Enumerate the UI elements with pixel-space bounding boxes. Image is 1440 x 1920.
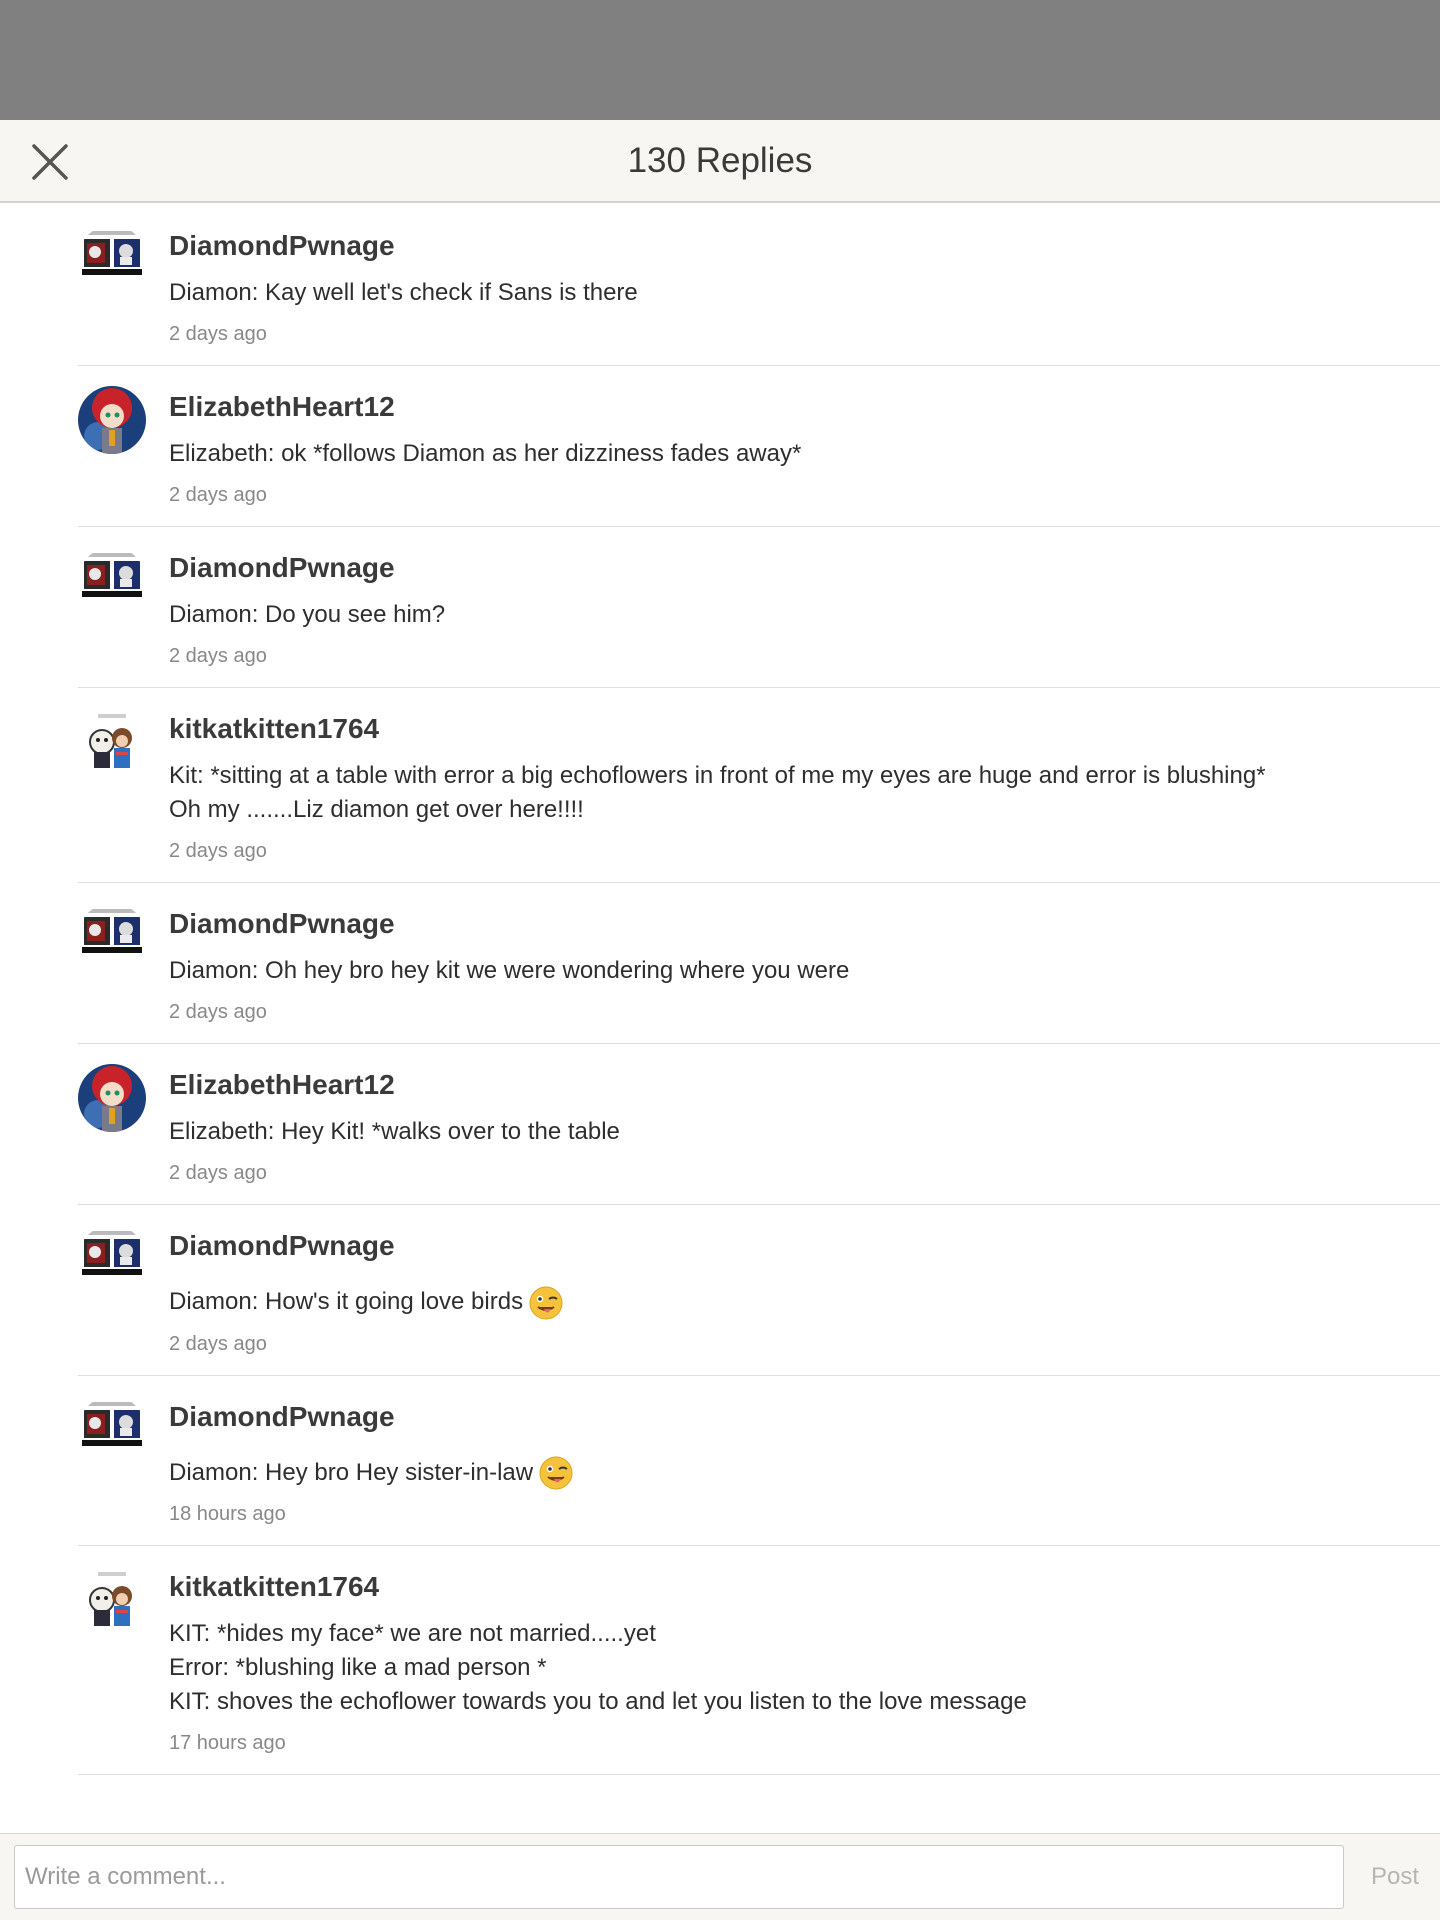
reply-text: Diamon: Hey bro Hey sister-in-law <box>169 1456 1340 1491</box>
reply-text-content: Diamon: How's it going love birds <box>169 1288 524 1315</box>
username[interactable]: kitkatkitten1764 <box>169 1570 1340 1604</box>
avatar[interactable] <box>78 547 146 615</box>
username[interactable]: DiamondPwnage <box>169 907 1340 941</box>
winking-tongue-emoji <box>529 1286 563 1320</box>
reply-text: KIT: *hides my face* we are not married.… <box>169 1617 1340 1651</box>
reply-text: Error: *blushing like a mad person * <box>169 1651 1340 1685</box>
reply-body: DiamondPwnage Diamon: How's it going love… <box>169 1205 1440 1375</box>
avatar[interactable] <box>78 903 146 971</box>
avatar[interactable] <box>78 1225 146 1293</box>
replies-header: 130 Replies <box>0 120 1440 203</box>
timestamp: 2 days ago <box>169 1001 267 1023</box>
timestamp: 2 days ago <box>169 484 267 506</box>
reply-text: Diamon: Kay well let's check if Sans is … <box>169 276 1340 310</box>
reply-item: ElizabethHeart12 Elizabeth: Hey Kit! *wal… <box>78 1044 1440 1205</box>
winking-tongue-emoji <box>539 1456 573 1490</box>
reply-body: DiamondPwnage Diamon: Hey bro Hey sister-… <box>169 1376 1440 1546</box>
replies-list[interactable]: DiamondPwnage Diamon: Kay well let's chec… <box>0 205 1440 1833</box>
reply-item: DiamondPwnage Diamon: Do you see him? 2 da… <box>78 527 1440 688</box>
replies-sheet: 130 Replies DiamondPwnage Diamon: Kay wel… <box>0 120 1440 1920</box>
timestamp: 18 hours ago <box>169 1503 286 1526</box>
reply-text-content: Error: *blushing like a mad person * <box>169 1654 547 1682</box>
username[interactable]: DiamondPwnage <box>169 551 1340 585</box>
avatar[interactable] <box>78 386 146 454</box>
username[interactable]: DiamondPwnage <box>169 1400 1340 1434</box>
reply-text-content: Diamon: Kay well let's check if Sans is … <box>169 279 638 306</box>
dimmed-overlay[interactable] <box>0 0 1440 120</box>
reply-text: Kit: *sitting at a table with error a bi… <box>169 759 1340 793</box>
timestamp: 2 days ago <box>169 645 267 667</box>
reply-body: ElizabethHeart12 Elizabeth: ok *follows D… <box>169 366 1440 526</box>
timestamp: 17 hours ago <box>169 1732 286 1755</box>
reply-text: Elizabeth: Hey Kit! *walks over to the t… <box>169 1115 1340 1149</box>
comment-input[interactable] <box>14 1845 1344 1909</box>
reply-item: ElizabethHeart12 Elizabeth: ok *follows D… <box>78 366 1440 527</box>
reply-text-content: Diamon: Oh hey bro hey kit we were wonde… <box>169 957 850 984</box>
reply-text-content: Kit: *sitting at a table with error a bi… <box>169 762 1266 789</box>
avatar[interactable] <box>78 1566 146 1635</box>
avatar[interactable] <box>78 1064 146 1132</box>
timestamp: 2 days ago <box>169 1162 267 1184</box>
timestamp: 2 days ago <box>169 323 267 345</box>
reply-item: DiamondPwnage Diamon: Hey bro Hey sister-… <box>78 1376 1440 1547</box>
timestamp: 2 days ago <box>169 1332 267 1355</box>
reply-text-content: Elizabeth: ok *follows Diamon as her diz… <box>169 440 802 467</box>
close-button[interactable] <box>20 138 80 186</box>
username[interactable]: ElizabethHeart12 <box>169 390 1340 424</box>
reply-body: DiamondPwnage Diamon: Do you see him? 2 da… <box>169 527 1440 687</box>
username[interactable]: DiamondPwnage <box>169 229 1340 263</box>
reply-text: Diamon: Oh hey bro hey kit we were wonde… <box>169 954 1340 988</box>
page-title: 130 Replies <box>627 141 813 180</box>
comment-bar: Post <box>0 1833 1440 1920</box>
reply-text: Oh my .......Liz diamon get over here!!!… <box>169 793 1340 827</box>
reply-item: kitkatkitten1764 Kit: *sitting at a table… <box>78 688 1440 883</box>
reply-body: DiamondPwnage Diamon: Kay well let's chec… <box>169 205 1440 365</box>
reply-text-content: KIT: shoves the echoflower towards you t… <box>169 1688 1027 1716</box>
username[interactable]: kitkatkitten1764 <box>169 712 1340 746</box>
reply-item: DiamondPwnage Diamon: Oh hey bro hey kit … <box>78 883 1440 1044</box>
reply-text: Diamon: How's it going love birds <box>169 1285 1340 1320</box>
reply-text-content: KIT: *hides my face* we are not married.… <box>169 1620 656 1648</box>
timestamp: 2 days ago <box>169 840 267 862</box>
avatar[interactable] <box>78 1395 146 1464</box>
reply-text-content: Diamon: Hey bro Hey sister-in-law <box>169 1458 534 1486</box>
reply-body: kitkatkitten1764 Kit: *sitting at a table… <box>169 688 1440 882</box>
reply-item: DiamondPwnage Diamon: How's it going love… <box>78 1205 1440 1376</box>
close-icon <box>32 144 68 180</box>
reply-text: Diamon: Do you see him? <box>169 598 1340 632</box>
username[interactable]: DiamondPwnage <box>169 1229 1340 1263</box>
reply-text: Elizabeth: ok *follows Diamon as her diz… <box>169 437 1340 471</box>
reply-text-content: Oh my .......Liz diamon get over here!!!… <box>169 796 584 823</box>
avatar[interactable] <box>78 708 146 776</box>
post-button[interactable]: Post <box>1350 1845 1440 1909</box>
reply-text-content: Diamon: Do you see him? <box>169 601 446 628</box>
reply-item: DiamondPwnage Diamon: Kay well let's chec… <box>78 205 1440 366</box>
reply-text: KIT: shoves the echoflower towards you t… <box>169 1685 1340 1719</box>
avatar[interactable] <box>78 225 146 293</box>
reply-text-content: Elizabeth: Hey Kit! *walks over to the t… <box>169 1118 620 1145</box>
reply-body: kitkatkitten1764 KIT: *hides my face* we … <box>169 1546 1440 1774</box>
reply-body: ElizabethHeart12 Elizabeth: Hey Kit! *wal… <box>169 1044 1440 1204</box>
username[interactable]: ElizabethHeart12 <box>169 1068 1340 1102</box>
reply-body: DiamondPwnage Diamon: Oh hey bro hey kit … <box>169 883 1440 1043</box>
reply-item: kitkatkitten1764 KIT: *hides my face* we … <box>78 1546 1440 1776</box>
